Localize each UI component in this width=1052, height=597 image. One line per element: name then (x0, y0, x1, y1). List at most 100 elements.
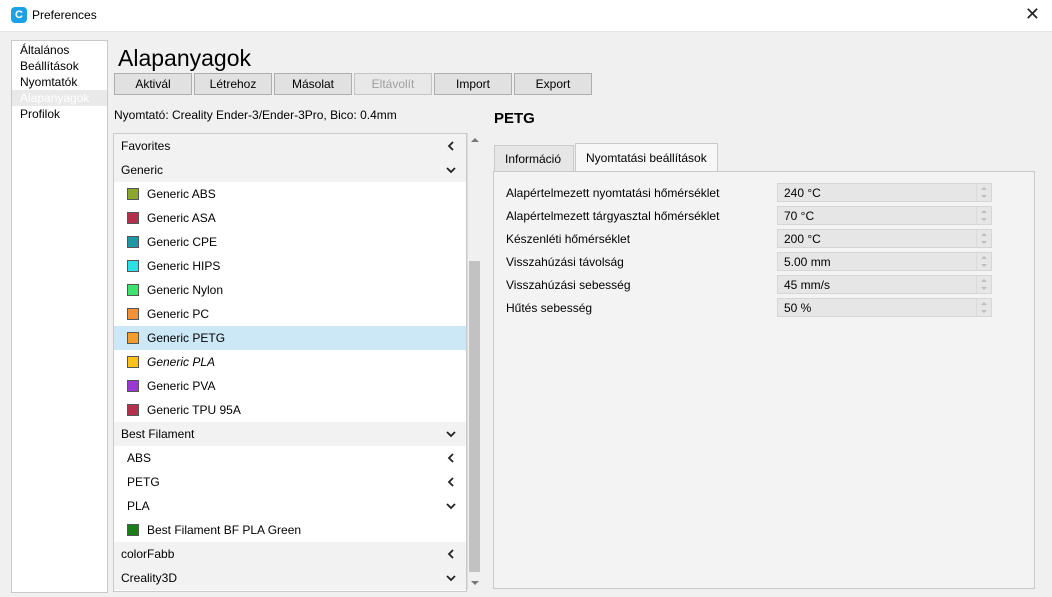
chevron-down-icon[interactable] (444, 158, 458, 182)
spin-arrows-icon[interactable] (976, 230, 991, 247)
material-item-generic-hips[interactable]: Generic HIPS (114, 254, 466, 278)
title-bar: C Preferences ✕ (0, 0, 1052, 32)
setting-spinbox-0[interactable]: 240 °C (777, 183, 992, 202)
duplicate-button[interactable]: Másolat (274, 73, 352, 95)
printer-info: Nyomtató: Creality Ender-3/Ender-3Pro, B… (114, 108, 397, 122)
color-swatch (127, 356, 139, 368)
nav-item-general[interactable]: Általános (12, 42, 107, 58)
spin-arrows-icon[interactable] (976, 207, 991, 224)
material-item-generic-petg[interactable]: Generic PETG (114, 326, 466, 350)
spin-down-icon[interactable] (981, 218, 987, 221)
setting-value: 50 % (784, 301, 812, 315)
spin-arrows-icon[interactable] (976, 299, 991, 316)
spin-up-icon[interactable] (981, 187, 987, 190)
tab-information[interactable]: Információ (494, 145, 574, 171)
spin-up-icon[interactable] (981, 256, 987, 259)
material-group-best-filament[interactable]: Best Filament (114, 422, 466, 446)
chevron-left-icon[interactable] (444, 134, 458, 158)
material-group-generic[interactable]: Generic (114, 158, 466, 182)
nav-item-settings[interactable]: Beállítások (12, 58, 107, 74)
setting-value: 240 °C (784, 186, 821, 200)
nav-item-materials[interactable]: Alapanyagok (12, 90, 107, 106)
setting-spinbox-4[interactable]: 45 mm/s (777, 275, 992, 294)
materials-scrollbar[interactable] (467, 133, 481, 590)
create-button[interactable]: Létrehoz (194, 73, 272, 95)
spin-up-icon[interactable] (981, 279, 987, 282)
material-item-best-filament-bf-pla-green[interactable]: Best Filament BF PLA Green (114, 518, 466, 542)
material-item-generic-tpu-95a[interactable]: Generic TPU 95A (114, 398, 466, 422)
import-button[interactable]: Import (434, 73, 512, 95)
setting-value: 45 mm/s (784, 278, 831, 292)
color-swatch (127, 260, 139, 272)
material-item-generic-asa[interactable]: Generic ASA (114, 206, 466, 230)
material-item-label: Generic PLA (147, 355, 216, 369)
setting-spinbox-1[interactable]: 70 °C (777, 206, 992, 225)
setting-spinbox-2[interactable]: 200 °C (777, 229, 992, 248)
spin-arrows-icon[interactable] (976, 253, 991, 270)
spin-down-icon[interactable] (981, 287, 987, 290)
export-button[interactable]: Export (514, 73, 592, 95)
spin-down-icon[interactable] (981, 195, 987, 198)
material-item-label: Generic PETG (147, 331, 226, 345)
scroll-thumb[interactable] (469, 261, 480, 572)
setting-label-5: Hűtés sebesség (506, 301, 593, 315)
spin-up-icon[interactable] (981, 210, 987, 213)
material-item-generic-pc[interactable]: Generic PC (114, 302, 466, 326)
material-item-generic-pva[interactable]: Generic PVA (114, 374, 466, 398)
color-swatch (127, 404, 139, 416)
material-item-generic-abs[interactable]: Generic ABS (114, 182, 466, 206)
material-item-label: Generic PVA (147, 379, 216, 393)
color-swatch (127, 308, 139, 320)
spin-down-icon[interactable] (981, 241, 987, 244)
spin-down-icon[interactable] (981, 264, 987, 267)
app-icon: C (11, 7, 27, 23)
material-item-label: Generic HIPS (147, 259, 221, 273)
material-item-label: Generic ASA (147, 211, 216, 225)
scroll-down-icon[interactable] (471, 581, 479, 585)
spin-down-icon[interactable] (981, 310, 987, 313)
material-group-label: PLA (127, 499, 150, 513)
material-group-colorfabb[interactable]: colorFabb (114, 542, 466, 566)
remove-button[interactable]: Eltávolít (354, 73, 432, 95)
setting-spinbox-5[interactable]: 50 % (777, 298, 992, 317)
spin-arrows-icon[interactable] (976, 276, 991, 293)
color-swatch (127, 524, 139, 536)
material-group-label: PETG (127, 475, 160, 489)
material-item-label: Generic CPE (147, 235, 218, 249)
chevron-left-icon[interactable] (444, 446, 458, 470)
material-group-pla[interactable]: PLA (114, 494, 466, 518)
chevron-down-icon[interactable] (444, 566, 458, 590)
spin-up-icon[interactable] (981, 233, 987, 236)
preferences-nav: Általános Beállítások Nyomtatók Alapanya… (11, 40, 108, 593)
spin-up-icon[interactable] (981, 302, 987, 305)
material-item-label: Generic Nylon (147, 283, 224, 297)
material-name: PETG (494, 110, 535, 127)
page-title: Alapanyagok (118, 45, 251, 71)
activate-button[interactable]: Aktivál (114, 73, 192, 95)
color-swatch (127, 380, 139, 392)
setting-label-1: Alapértelmezett tárgyasztal hőmérséklet (506, 209, 720, 223)
material-item-generic-pla[interactable]: Generic PLA (114, 350, 466, 374)
color-swatch (127, 332, 139, 344)
material-group-abs[interactable]: ABS (114, 446, 466, 470)
material-item-generic-cpe[interactable]: Generic CPE (114, 230, 466, 254)
material-item-label: Generic PC (147, 307, 210, 321)
material-group-creality3d[interactable]: Creality3D (114, 566, 466, 590)
chevron-left-icon[interactable] (444, 470, 458, 494)
chevron-down-icon[interactable] (444, 494, 458, 518)
spin-arrows-icon[interactable] (976, 184, 991, 201)
setting-spinbox-3[interactable]: 5.00 mm (777, 252, 992, 271)
material-item-label: Generic ABS (147, 187, 216, 201)
chevron-down-icon[interactable] (444, 422, 458, 446)
material-group-label: Generic (121, 163, 164, 177)
close-icon[interactable]: ✕ (1025, 4, 1040, 24)
scroll-up-icon[interactable] (471, 138, 479, 142)
tab-print-settings[interactable]: Nyomtatási beállítások (575, 143, 718, 172)
nav-item-profiles[interactable]: Profilok (12, 106, 107, 122)
material-item-generic-nylon[interactable]: Generic Nylon (114, 278, 466, 302)
nav-item-printers[interactable]: Nyomtatók (12, 74, 107, 90)
chevron-left-icon[interactable] (444, 542, 458, 566)
material-group-petg[interactable]: PETG (114, 470, 466, 494)
color-swatch (127, 284, 139, 296)
material-group-favorites[interactable]: Favorites (114, 134, 466, 158)
